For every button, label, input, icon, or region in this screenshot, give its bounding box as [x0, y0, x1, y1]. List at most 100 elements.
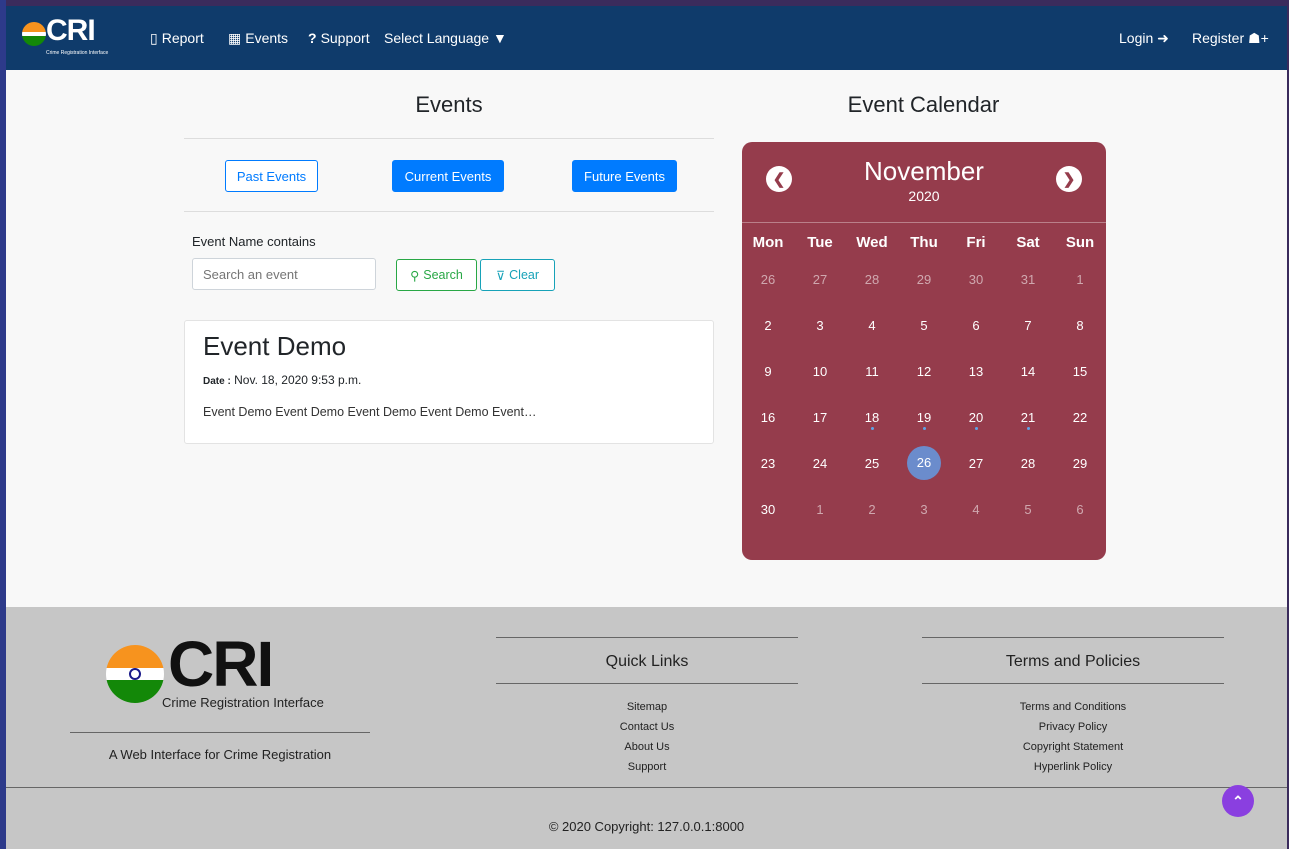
calendar-day-number: 24: [812, 455, 828, 471]
chevron-right-icon[interactable]: ❯: [1056, 166, 1082, 192]
divider: [184, 211, 714, 212]
quick-links-title: Quick Links: [605, 653, 689, 670]
calendar-day[interactable]: 28: [1002, 456, 1054, 471]
calendar-day-with-event[interactable]: 20: [950, 410, 1002, 430]
calendar-weekday-row: Mon Tue Wed Thu Fri Sat Sun: [742, 228, 1106, 256]
calendar-day[interactable]: 6: [1054, 502, 1106, 517]
calendar-day-number: 2: [764, 317, 772, 333]
language-select-label: Select Language: [384, 30, 490, 46]
calendar-day[interactable]: 16: [742, 410, 794, 425]
footer-link-contact[interactable]: Contact Us: [496, 717, 798, 737]
current-events-button[interactable]: Current Events: [392, 160, 504, 192]
event-search-input[interactable]: [192, 258, 376, 290]
calendar-day[interactable]: 5: [898, 318, 950, 333]
event-card[interactable]: Event Demo Date : Nov. 18, 2020 9:53 p.m…: [184, 320, 714, 444]
event-dot-icon: [974, 426, 978, 430]
divider: [6, 787, 1287, 788]
nav-register[interactable]: Register ☗+: [1192, 30, 1269, 47]
calendar-day[interactable]: 27: [950, 456, 1002, 471]
event-date-label: Date :: [203, 376, 231, 387]
calendar-day[interactable]: 3: [794, 318, 846, 333]
footer-link-hyperlink[interactable]: Hyperlink Policy: [922, 757, 1224, 777]
calendar-day[interactable]: 26: [742, 272, 794, 287]
calendar-day[interactable]: 2: [846, 502, 898, 517]
calendar-divider: [742, 222, 1106, 223]
calendar-day[interactable]: 13: [950, 364, 1002, 379]
nav-report[interactable]: ▯ Report: [150, 30, 204, 47]
future-events-button[interactable]: Future Events: [572, 160, 677, 192]
calendar-day[interactable]: 27: [794, 272, 846, 287]
calendar-day[interactable]: 30: [742, 502, 794, 517]
calendar-day-number: 22: [1072, 409, 1088, 425]
calendar-day-number: 23: [760, 455, 776, 471]
brand-logo[interactable]: CRI Crime Registration Interface: [22, 14, 122, 60]
footer-link-copyright[interactable]: Copyright Statement: [922, 737, 1224, 757]
calendar-day-with-event[interactable]: 18: [846, 410, 898, 430]
calendar-day-number: 28: [1020, 455, 1036, 471]
calendar-day[interactable]: 15: [1054, 364, 1106, 379]
calendar-day[interactable]: 28: [846, 272, 898, 287]
nav-support[interactable]: ? Support: [308, 30, 370, 46]
footer-link-privacy[interactable]: Privacy Policy: [922, 717, 1224, 737]
calendar-day[interactable]: 11: [846, 364, 898, 379]
nav-events[interactable]: ▦ Events: [228, 30, 288, 47]
question-icon: ?: [308, 30, 317, 46]
calendar-day-number: 13: [968, 363, 984, 379]
calendar-day[interactable]: 3: [898, 502, 950, 517]
calendar-day[interactable]: 1: [794, 502, 846, 517]
nav-register-label: Register: [1192, 30, 1245, 46]
scroll-to-top-button[interactable]: ⌃: [1222, 785, 1254, 817]
calendar-day[interactable]: 29: [898, 272, 950, 287]
calendar-day[interactable]: 25: [846, 456, 898, 471]
clear-button[interactable]: ⊽ Clear: [480, 259, 555, 291]
footer-link-about[interactable]: About Us: [496, 737, 798, 757]
calendar-day[interactable]: 1: [1054, 272, 1106, 287]
calendar-day-with-event[interactable]: 19: [898, 410, 950, 430]
weekday-label: Thu: [910, 233, 938, 251]
search-button[interactable]: ⚲ Search: [396, 259, 477, 291]
calendar-week-row: 26 27 28 29 30 31 1: [742, 256, 1106, 302]
calendar-day[interactable]: 14: [1002, 364, 1054, 379]
calendar-day-number: 9: [764, 363, 772, 379]
divider: [184, 138, 714, 139]
calendar-day-number: 11: [865, 363, 879, 379]
calendar-day-with-event[interactable]: 21: [1002, 410, 1054, 430]
footer-link-terms[interactable]: Terms and Conditions: [922, 697, 1224, 717]
calendar-day[interactable]: 23: [742, 456, 794, 471]
calendar-week-row: 30 1 2 3 4 5 6: [742, 486, 1106, 532]
calendar-day[interactable]: 5: [1002, 502, 1054, 517]
divider: [922, 683, 1224, 684]
caret-down-icon: ▼: [489, 30, 507, 46]
calendar-day[interactable]: 4: [950, 502, 1002, 517]
language-select[interactable]: Select Language ▼: [384, 30, 507, 46]
calendar-day-number: 3: [816, 317, 824, 333]
weekday-label: Sun: [1065, 233, 1095, 251]
calendar-day-number: 28: [864, 271, 880, 287]
calendar-day[interactable]: 22: [1054, 410, 1106, 425]
footer-link-support[interactable]: Support: [496, 757, 798, 777]
calendar-day[interactable]: 31: [1002, 272, 1054, 287]
search-icon: ⚲: [410, 268, 420, 283]
past-events-button[interactable]: Past Events: [225, 160, 318, 192]
event-calendar: ❮ November 2020 ❯ Mon Tue Wed Thu Fri Sat Sun 2…: [742, 142, 1106, 560]
calendar-day[interactable]: 29: [1054, 456, 1106, 471]
calendar-day[interactable]: 17: [794, 410, 846, 425]
calendar-day[interactable]: 4: [846, 318, 898, 333]
calendar-day[interactable]: 9: [742, 364, 794, 379]
footer-link-sitemap[interactable]: Sitemap: [496, 697, 798, 717]
calendar-day-number: 3: [920, 501, 928, 517]
nav-login[interactable]: Login ➜: [1119, 30, 1169, 47]
calendar-day-today[interactable]: 26: [898, 446, 950, 480]
nav-report-label: Report: [161, 30, 204, 46]
weekday-label: Mon: [752, 233, 784, 251]
calendar-day[interactable]: 30: [950, 272, 1002, 287]
footer-logo-text: CRI: [168, 628, 274, 700]
calendar-day[interactable]: 24: [794, 456, 846, 471]
calendar-day[interactable]: 6: [950, 318, 1002, 333]
calendar-day-number: 26: [760, 271, 776, 287]
calendar-day[interactable]: 12: [898, 364, 950, 379]
calendar-day[interactable]: 8: [1054, 318, 1106, 333]
calendar-day[interactable]: 10: [794, 364, 846, 379]
calendar-day[interactable]: 2: [742, 318, 794, 333]
calendar-day[interactable]: 7: [1002, 318, 1054, 333]
